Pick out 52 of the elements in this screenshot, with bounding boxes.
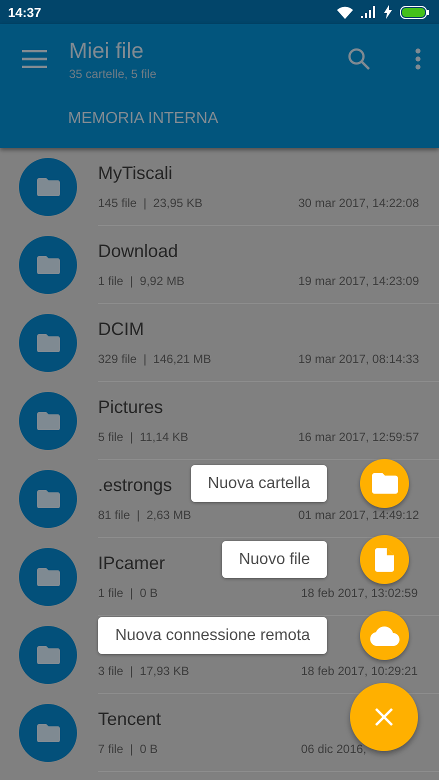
folder-icon [36,724,60,742]
folder-date: 18 feb 2017, 10:29:21 [301,664,419,678]
folder-icon [36,178,60,196]
cloud-icon [370,626,400,646]
folder-info: 1 file | 9,92 MB [98,274,184,288]
file-icon [375,548,394,572]
more-icon[interactable] [415,48,421,70]
folder-info: 5 file | 11,14 KB [98,430,188,444]
storage-tab[interactable]: MEMORIA INTERNA [68,110,218,136]
folder-date: 01 mar 2017, 14:49:12 [298,508,419,522]
folder-icon [36,256,60,274]
folder-date: 06 dic 2016, [301,742,368,756]
folder-icon [36,490,60,508]
battery-icon [400,6,429,18]
menu-icon[interactable] [22,50,47,68]
folder-name[interactable]: MyTiscali [98,163,172,187]
action-button[interactable] [360,459,409,508]
folder-name[interactable]: .estrongs [98,475,172,499]
folder-date: 30 mar 2017, 14:22:08 [298,196,419,210]
folder-name[interactable]: DCIM [98,319,144,343]
wifi-icon [337,6,353,18]
folder-date: 19 mar 2017, 14:23:09 [298,274,419,288]
folder-date: 19 mar 2017, 08:14:33 [298,352,419,366]
folder-info: 329 file | 146,21 MB [98,352,212,366]
folder-name[interactable]: IPcamer [98,553,166,577]
action-label: Nuova connessione remota [98,617,327,654]
folder-info: 145 file | 23,95 KB [98,196,203,210]
folder-icon [36,646,60,664]
action-label: Nuova cartella [190,465,327,502]
search-icon[interactable] [348,48,370,70]
folder-info: 81 file | 2,63 MB [98,508,192,522]
folder-icon [36,568,60,586]
folder-info: 1 file | 0 B [98,586,158,600]
close-icon [375,708,393,726]
folder-icon [36,334,60,352]
action-button[interactable] [360,535,409,584]
charging-icon [384,5,392,19]
app-subtitle: 35 cartelle, 5 file [69,66,158,80]
folder-name[interactable]: Tencent [98,709,162,733]
folder-date: 16 mar 2017, 12:59:57 [298,430,419,444]
folder-date: 18 feb 2017, 13:02:59 [301,586,419,600]
signal-icon [361,6,376,18]
folder-name[interactable]: Download [98,241,178,265]
folder-info: 3 file | 17,93 KB [98,664,190,678]
status-time: 14:37 [8,4,42,20]
folder-name[interactable]: Pictures [98,397,164,421]
action-label: Nuovo file [222,541,327,578]
app-title: Miei file [69,38,145,64]
action-button[interactable] [360,611,409,660]
folder-icon [372,473,398,494]
folder-info: 7 file | 0 B [98,742,158,756]
folder-icon [36,412,60,430]
